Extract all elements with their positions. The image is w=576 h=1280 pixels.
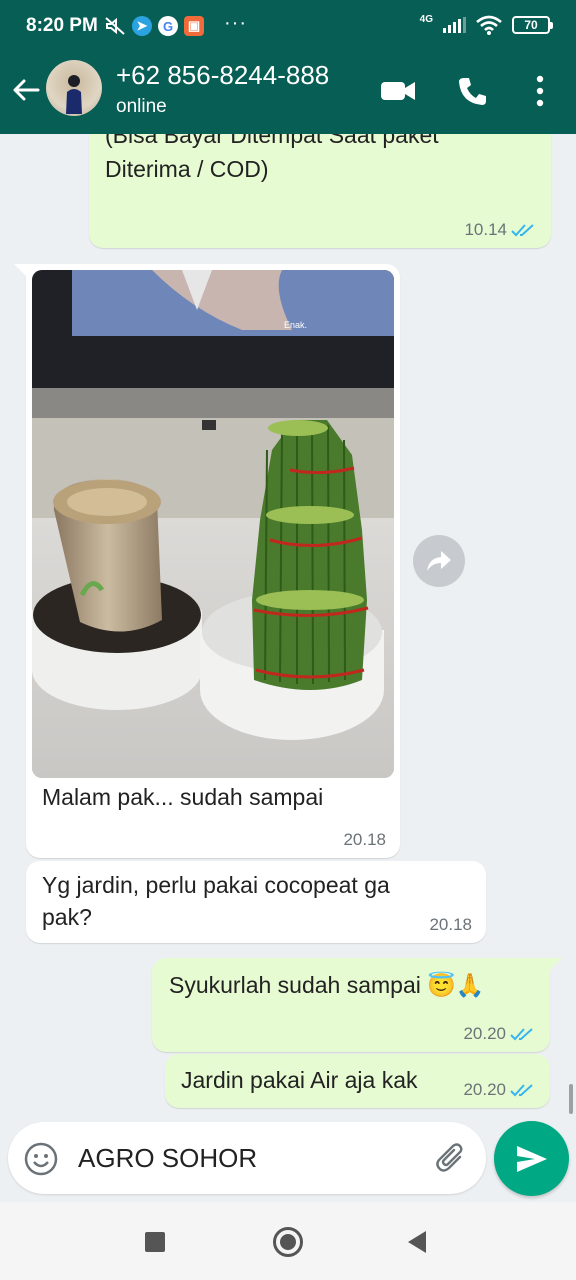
wifi-icon (476, 15, 502, 35)
notification-icons: ➤ G ▣ (104, 16, 204, 36)
back-button[interactable] (408, 1231, 426, 1253)
network-type: 4G (419, 13, 433, 25)
attach-icon[interactable] (433, 1140, 469, 1176)
mute-icon (105, 17, 125, 35)
message-photo[interactable]: Enak. (32, 270, 394, 778)
video-call-icon[interactable] (380, 78, 416, 104)
plants-photo-illustration: Enak. (32, 270, 394, 778)
person-silhouette (66, 75, 82, 114)
status-time: 8:20 PM (26, 15, 98, 36)
emoji-icon[interactable] (24, 1142, 58, 1176)
chat-header: +62 856-8244-888 online (0, 52, 576, 134)
message-meta: 20.20 (463, 1024, 536, 1044)
message-text: Jardin pakai Air aja kak (181, 1067, 418, 1093)
message-line: (Bisa Bayar Ditempat Saat paket (105, 134, 439, 148)
forward-icon (427, 551, 451, 571)
scrollbar[interactable] (569, 1084, 573, 1114)
message-text: Syukurlah sudah sampai 😇🙏 (169, 972, 485, 998)
read-ticks-icon (511, 224, 534, 237)
send-button[interactable] (494, 1121, 569, 1196)
message-meta: 20.18 (429, 915, 472, 935)
more-vert-icon[interactable] (530, 74, 550, 108)
message-time: 10.14 (464, 220, 507, 239)
system-nav-bar (0, 1202, 576, 1280)
home-button[interactable] (273, 1227, 303, 1257)
recents-button[interactable] (145, 1232, 165, 1252)
read-ticks-icon (510, 1028, 533, 1041)
more-notifications-icon: ··· (224, 12, 247, 34)
message-time: 20.18 (429, 915, 472, 934)
chat-area[interactable]: (Bisa Bayar Ditempat Saat paket Diterima… (0, 134, 576, 1202)
battery-icon: 70 (512, 16, 553, 34)
message-bubble-incoming-image[interactable]: Enak. Malam pak... sudah sampai 20.18 (14, 264, 400, 858)
message-text: (Bisa Bayar Ditempat Saat paket Diterima… (105, 134, 439, 186)
message-meta: 10.14 (464, 220, 537, 240)
message-meta: 20.20 (463, 1080, 536, 1100)
message-time: 20.18 (343, 830, 386, 849)
contact-name[interactable]: +62 856-8244-888 (116, 60, 329, 91)
telegram-icon: ➤ (132, 16, 152, 36)
avatar[interactable] (46, 60, 102, 116)
status-bar: 8:20 PM ➤ G ▣ ··· 4G 70 (0, 0, 576, 52)
message-caption: Malam pak... sudah sampai (42, 784, 324, 810)
message-meta: 20.18 (343, 830, 386, 850)
shopping-icon: ▣ (184, 16, 204, 36)
message-time: 20.20 (463, 1024, 506, 1043)
message-time: 20.20 (463, 1080, 506, 1099)
system-icons: 4G 70 (419, 13, 553, 35)
message-text: Yg jardin, perlu pakai cocopeat ga pak? (42, 872, 390, 930)
message-bubble-incoming[interactable]: Yg jardin, perlu pakai cocopeat ga pak? … (26, 861, 486, 943)
tv-caption: Enak. (284, 320, 307, 330)
message-line: Diterima / COD) (105, 156, 269, 182)
send-icon (516, 1145, 547, 1172)
back-arrow-icon[interactable] (10, 74, 42, 106)
forward-button[interactable] (413, 535, 465, 587)
phone-icon[interactable] (457, 75, 489, 107)
message-composer[interactable]: AGRO SOHOR (8, 1122, 486, 1194)
message-bubble-outgoing[interactable]: Syukurlah sudah sampai 😇🙏 20.20 (152, 958, 562, 1052)
signal-icon (443, 17, 466, 33)
read-ticks-icon (510, 1084, 533, 1097)
message-bubble-outgoing[interactable]: Jardin pakai Air aja kak 20.20 (165, 1054, 550, 1108)
message-bubble-outgoing[interactable]: (Bisa Bayar Ditempat Saat paket Diterima… (89, 134, 551, 248)
contact-status: online (116, 96, 167, 117)
google-icon: G (158, 16, 178, 36)
message-input[interactable]: AGRO SOHOR (78, 1143, 257, 1174)
